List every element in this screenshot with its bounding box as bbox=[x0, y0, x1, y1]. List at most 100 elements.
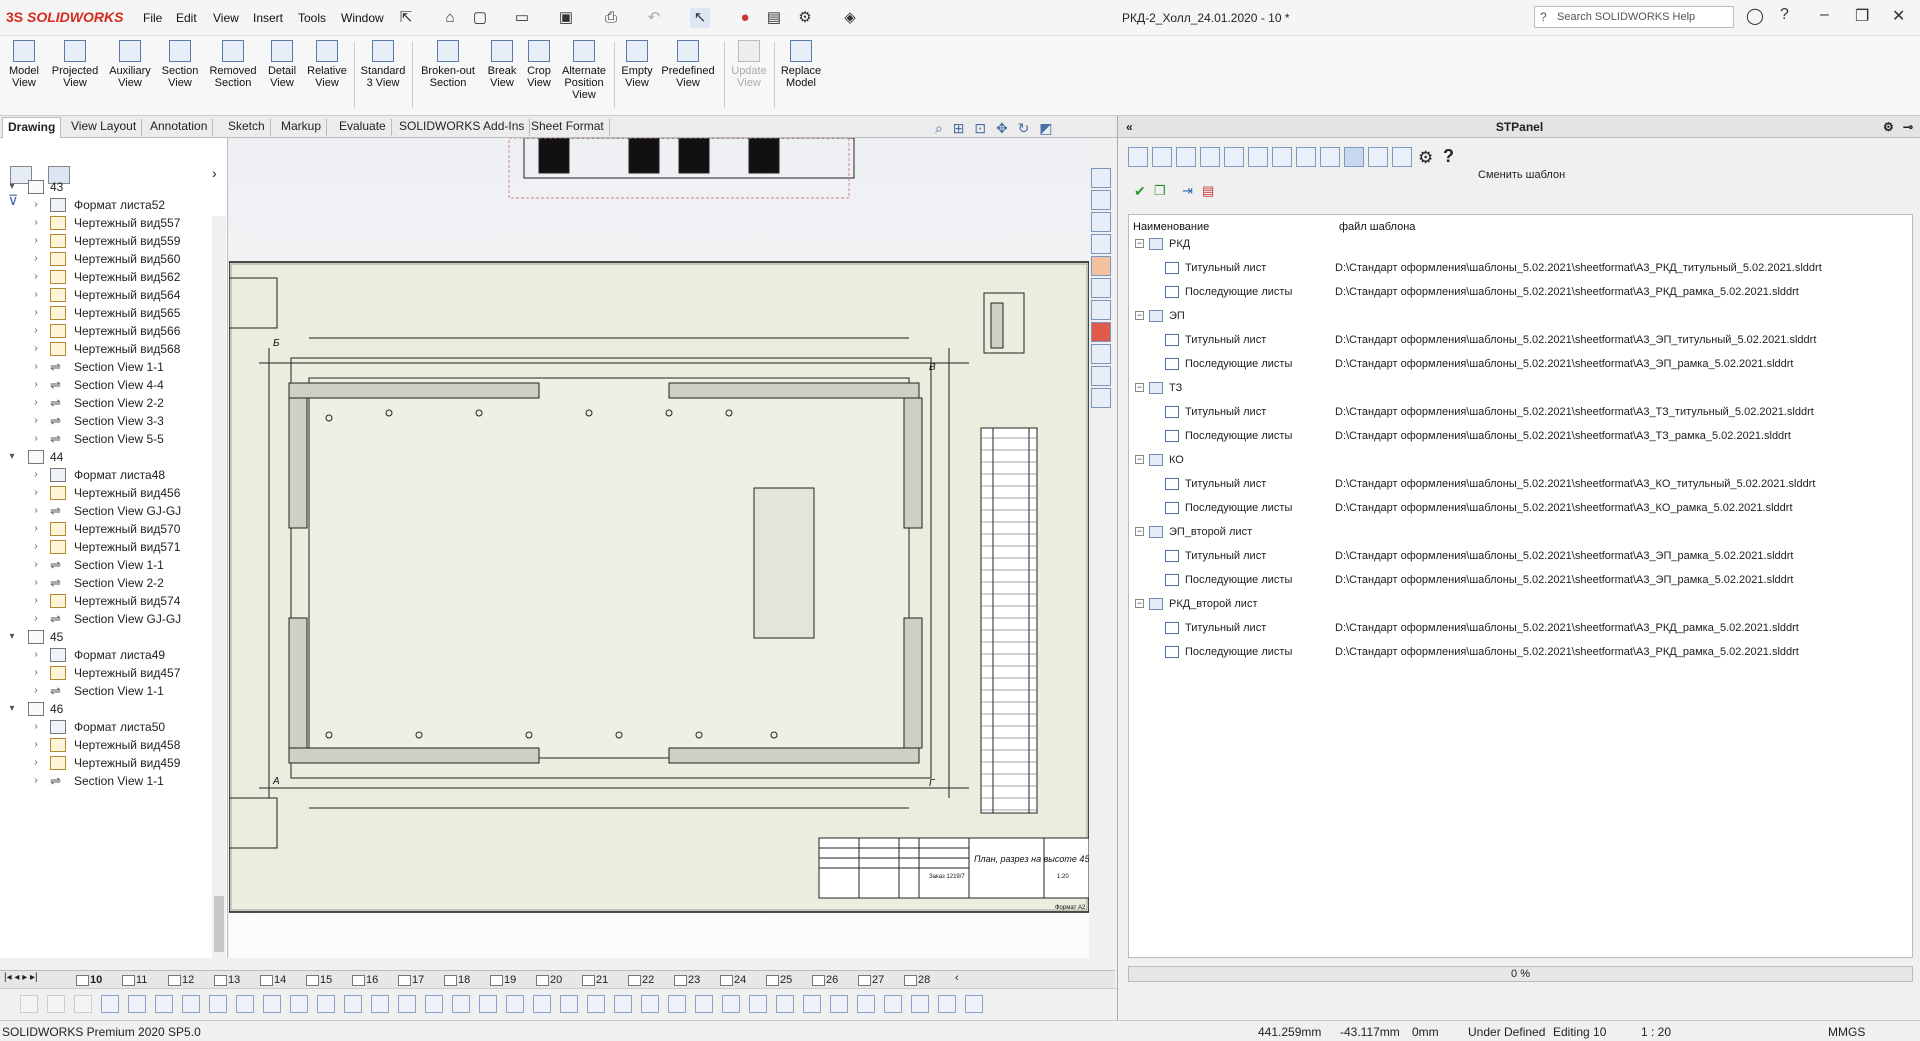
standard-3-view-button[interactable]: Standard 3 View bbox=[358, 40, 408, 89]
sheet-tab[interactable]: 16 bbox=[350, 972, 378, 988]
save-icon[interactable]: ▣ bbox=[556, 8, 576, 28]
design-library-icon[interactable] bbox=[1091, 212, 1111, 232]
expand-right-icon[interactable]: › bbox=[30, 682, 42, 700]
template-item[interactable]: Последующие листы D:\Стандарт оформления\… bbox=[1129, 427, 1909, 445]
expand-right-icon[interactable]: › bbox=[30, 196, 42, 214]
sheet-tab[interactable]: 27 bbox=[856, 972, 884, 988]
expand-right-icon[interactable]: › bbox=[30, 268, 42, 286]
tree-item[interactable]: › Формат листа48 bbox=[0, 466, 210, 484]
pane-options-icon[interactable]: ⚙ bbox=[1883, 116, 1894, 138]
sketch-tool-icon[interactable] bbox=[263, 995, 281, 1013]
change-template-icon[interactable] bbox=[1344, 147, 1364, 167]
projected-view-button[interactable]: Projected View bbox=[48, 40, 102, 89]
tree-item[interactable]: › ⇌ Section View GJ-GJ bbox=[0, 610, 210, 628]
collapse-toggle-icon[interactable]: − bbox=[1135, 599, 1144, 608]
minimize-icon[interactable]: – bbox=[1820, 6, 1829, 24]
sheet-tab[interactable]: 24 bbox=[718, 972, 746, 988]
collapse-pane-icon[interactable]: « bbox=[1126, 116, 1133, 138]
sketch-tool-icon[interactable] bbox=[938, 995, 956, 1013]
tree-item[interactable]: › Формат листа52 bbox=[0, 196, 210, 214]
sketch-tool-icon[interactable] bbox=[884, 995, 902, 1013]
solidworks-forum-icon[interactable] bbox=[1091, 300, 1111, 320]
expand-right-icon[interactable]: › bbox=[30, 664, 42, 682]
expand-down-icon[interactable]: ▾ bbox=[6, 178, 18, 196]
pan-icon[interactable]: ✥ bbox=[996, 120, 1008, 136]
view-palette-icon[interactable] bbox=[1091, 278, 1111, 298]
tree-sheet-node[interactable]: ▾ 46 bbox=[0, 700, 210, 718]
expand-right-icon[interactable]: › bbox=[30, 646, 42, 664]
template-item[interactable]: Титульный лист D:\Стандарт оформления\шаб… bbox=[1129, 547, 1909, 565]
st-icon[interactable] bbox=[1091, 322, 1111, 342]
detail-view-button[interactable]: Detail View bbox=[262, 40, 302, 89]
delete-icon[interactable]: ▤ bbox=[1202, 183, 1214, 199]
expand-right-icon[interactable]: › bbox=[30, 412, 42, 430]
menu-edit[interactable]: Edit bbox=[176, 11, 197, 25]
previous-view-icon[interactable]: ⊡ bbox=[974, 120, 986, 136]
tab-evaluate[interactable]: Evaluate bbox=[334, 119, 392, 136]
tree-item[interactable]: › Формат листа49 bbox=[0, 646, 210, 664]
template-group[interactable]: − РКД bbox=[1129, 235, 1909, 253]
auxiliary-view-button[interactable]: Auxiliary View bbox=[104, 40, 156, 89]
camera-icon[interactable]: ◩ bbox=[1039, 120, 1052, 136]
section-view-button[interactable]: Section View bbox=[158, 40, 202, 89]
tree-sheet-node[interactable]: ▾ 45 bbox=[0, 628, 210, 646]
home-icon[interactable]: ⌂ bbox=[440, 8, 460, 28]
sketch-tool-icon[interactable] bbox=[803, 995, 821, 1013]
apply-check-icon[interactable]: ✔ bbox=[1134, 183, 1146, 200]
sketch-tool-icon[interactable] bbox=[155, 995, 173, 1013]
zoom-to-fit-icon[interactable]: ⌕ bbox=[935, 120, 943, 136]
template-group[interactable]: − ТЗ bbox=[1129, 379, 1909, 397]
sketch-tool-icon[interactable] bbox=[344, 995, 362, 1013]
sketch-tool-icon[interactable] bbox=[776, 995, 794, 1013]
maximize-icon[interactable]: ❐ bbox=[1855, 6, 1869, 26]
expand-right-icon[interactable]: › bbox=[30, 772, 42, 790]
template-group[interactable]: − РКД_второй лист bbox=[1129, 595, 1909, 613]
tools-icon[interactable] bbox=[1091, 366, 1111, 386]
expand-right-icon[interactable]: › bbox=[30, 340, 42, 358]
sketch-tool-icon[interactable] bbox=[101, 995, 119, 1013]
sheet-tab[interactable]: 28 bbox=[902, 972, 930, 988]
sheet-tab[interactable]: 26 bbox=[810, 972, 838, 988]
st-tool-4-icon[interactable] bbox=[1200, 147, 1220, 167]
solidworks-logo[interactable]: 3S SOLIDWORKS bbox=[6, 9, 123, 25]
copy-icon[interactable]: ❐ bbox=[1154, 183, 1166, 199]
sketch-tool-icon[interactable] bbox=[317, 995, 335, 1013]
undo-icon[interactable]: ↶ bbox=[644, 8, 664, 28]
template-item[interactable]: Последующие листы D:\Стандарт оформления\… bbox=[1129, 355, 1909, 373]
st-tool-2-icon[interactable] bbox=[1152, 147, 1172, 167]
new-document-icon[interactable]: ▢ bbox=[470, 8, 490, 28]
sheet-tab[interactable]: 17 bbox=[396, 972, 424, 988]
tree-item[interactable]: › Чертежный вид565 bbox=[0, 304, 210, 322]
expand-down-icon[interactable]: ▾ bbox=[6, 700, 18, 718]
tree-item[interactable]: › ⇌ Section View 5-5 bbox=[0, 430, 210, 448]
st-tool-9-icon[interactable] bbox=[1320, 147, 1340, 167]
menu-view[interactable]: View bbox=[213, 11, 239, 25]
sketch-tool-icon[interactable] bbox=[911, 995, 929, 1013]
file-properties-icon[interactable]: ▤ bbox=[764, 8, 784, 28]
tree-item[interactable]: › Чертежный вид574 bbox=[0, 592, 210, 610]
menu-tools[interactable]: Tools bbox=[298, 11, 326, 25]
sketch-tool-icon[interactable] bbox=[47, 995, 65, 1013]
update-view-button[interactable]: Update View bbox=[728, 40, 770, 89]
sketch-tool-icon[interactable] bbox=[965, 995, 983, 1013]
sheet-tab[interactable]: 18 bbox=[442, 972, 470, 988]
tab-annotation[interactable]: Annotation bbox=[145, 119, 214, 136]
sketch-tool-icon[interactable] bbox=[209, 995, 227, 1013]
tree-item[interactable]: › ⇌ Section View 1-1 bbox=[0, 556, 210, 574]
expand-right-icon[interactable]: › bbox=[30, 304, 42, 322]
tree-item[interactable]: › ⇌ Section View 1-1 bbox=[0, 358, 210, 376]
sketch-tool-icon[interactable] bbox=[830, 995, 848, 1013]
expand-right-icon[interactable]: › bbox=[30, 556, 42, 574]
st-tool-11-icon[interactable] bbox=[1368, 147, 1388, 167]
template-item[interactable]: Титульный лист D:\Стандарт оформления\шаб… bbox=[1129, 475, 1909, 493]
sheet-tab[interactable]: 10 bbox=[74, 972, 102, 988]
empty-view-button[interactable]: Empty View bbox=[618, 40, 656, 89]
expand-right-icon[interactable]: › bbox=[30, 736, 42, 754]
home-icon[interactable] bbox=[1091, 168, 1111, 188]
import-icon[interactable]: ⇥ bbox=[1182, 183, 1193, 199]
menu-file[interactable]: File bbox=[143, 11, 162, 25]
resources-icon[interactable] bbox=[1091, 190, 1111, 210]
st-tool-1-icon[interactable] bbox=[1128, 147, 1148, 167]
collapse-toggle-icon[interactable]: − bbox=[1135, 239, 1144, 248]
account-icon[interactable]: ◯ bbox=[1746, 6, 1764, 26]
